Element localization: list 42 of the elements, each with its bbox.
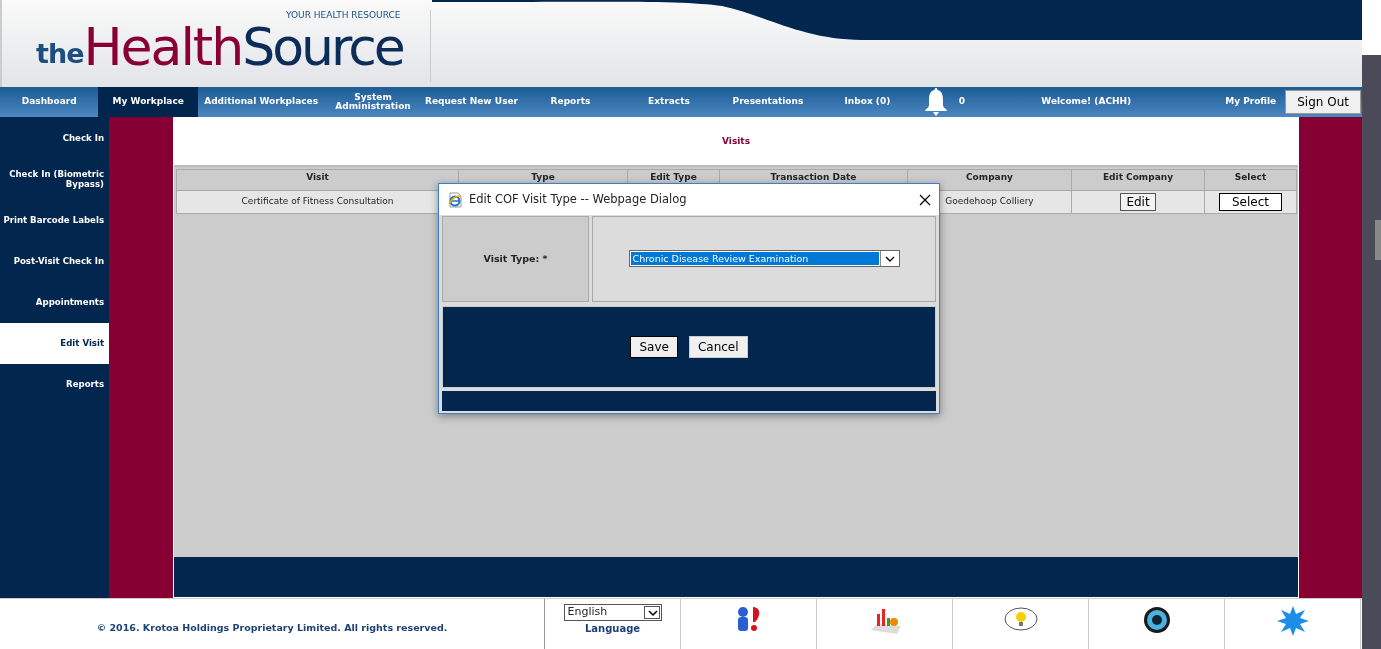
caret-icon[interactable]: [883, 254, 896, 263]
welcome-text: Welcome! (ACHH): [1040, 95, 1133, 109]
sidebar-item[interactable]: Check In: [0, 118, 109, 159]
save-button[interactable]: Save: [630, 335, 678, 358]
select-button[interactable]: Select: [1219, 193, 1282, 211]
column-header: Select: [1204, 169, 1297, 191]
edit-button[interactable]: Edit: [1120, 193, 1156, 211]
caret-icon[interactable]: [643, 606, 660, 619]
column-header: Edit Company: [1071, 169, 1205, 191]
nav-tab[interactable]: Dashboard: [0, 87, 99, 117]
logo: theHealthSource: [36, 23, 403, 73]
cancel-button[interactable]: Cancel: [688, 335, 748, 358]
sidebar-item[interactable]: Appointments: [0, 282, 109, 323]
sidebar-item[interactable]: Check In (Biometric Bypass): [0, 159, 109, 200]
page-title: Visits: [174, 118, 1298, 167]
column-header: Company: [907, 169, 1072, 191]
column-header: Visit: [176, 169, 459, 191]
nav-tab[interactable]: My Workplace: [98, 87, 198, 117]
sidebar-item[interactable]: Edit Visit: [0, 323, 109, 364]
nav-tab[interactable]: Inbox (0): [817, 87, 918, 117]
language-select[interactable]: English: [563, 604, 662, 621]
visit-type-select[interactable]: Chronic Disease Review Examination: [628, 250, 900, 268]
sign-out-button[interactable]: Sign Out: [1285, 90, 1361, 114]
sidebar-item[interactable]: Post-Visit Check In: [0, 241, 109, 282]
profile-link[interactable]: My Profile: [1203, 87, 1278, 117]
scrollbar[interactable]: [1362, 55, 1381, 649]
notification-count: 0: [957, 95, 967, 109]
nav-tab[interactable]: Presentations: [718, 87, 818, 117]
logo-tagline: YOUR HEALTH RESOURCE: [286, 9, 401, 21]
nav-tab[interactable]: Extracts: [619, 87, 719, 117]
close-button[interactable]: [919, 193, 931, 206]
nav-tab[interactable]: Request New User: [421, 87, 522, 117]
nav-tab[interactable]: Additional Workplaces: [197, 87, 325, 117]
nav-tab[interactable]: Reports: [521, 87, 620, 117]
field-label: Visit Type: *: [442, 216, 589, 302]
copyright-text: © 2016. Krotoa Holdings Proprietary Limited. All rights reserved.: [96, 620, 448, 635]
language-label: Language: [584, 622, 641, 636]
dialog-title: Edit COF Visit Type -- Webpage Dialog: [469, 190, 687, 208]
sidebar-item[interactable]: Reports: [0, 364, 109, 405]
sidebar-item[interactable]: Print Barcode Labels: [0, 200, 109, 241]
nav-tab[interactable]: System Administration: [324, 87, 422, 117]
browser-icon: [447, 191, 463, 208]
